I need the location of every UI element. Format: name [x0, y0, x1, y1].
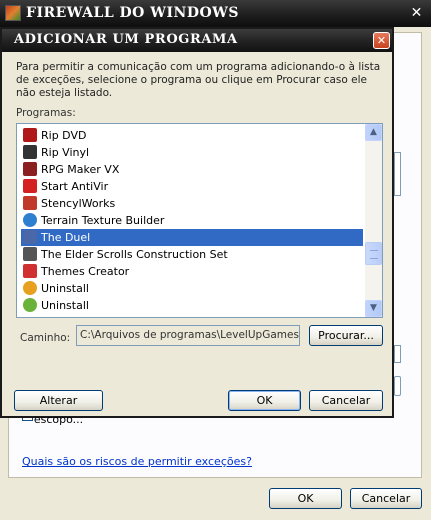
- list-item[interactable]: Start AntiVir: [21, 178, 363, 195]
- dialog-cancel-button[interactable]: Cancelar: [309, 390, 383, 411]
- programs-list[interactable]: Rip DVD Rip Vinyl RPG Maker VX Start AntiVi…: [16, 123, 383, 318]
- dialog-ok-button[interactable]: OK: [228, 390, 301, 411]
- stencyl-icon: [23, 196, 37, 210]
- vertical-scrollbar[interactable]: ▲ ▼: [365, 124, 382, 317]
- list-item-label: StencylWorks: [41, 197, 116, 210]
- dialog-close-icon[interactable]: ✕: [373, 32, 390, 49]
- path-label: Caminho:: [20, 332, 71, 344]
- scroll-down-icon[interactable]: ▼: [365, 300, 382, 317]
- uninstall-icon: [23, 281, 37, 295]
- list-item-label: Uninstall: [41, 282, 89, 295]
- firewall-title: FIREWALL DO WINDOWS: [26, 5, 239, 21]
- firewall-title-bar: FIREWALL DO WINDOWS ✕: [0, 0, 431, 27]
- list-item[interactable]: The Duel: [21, 229, 363, 246]
- firewall-close-icon[interactable]: ✕: [408, 5, 425, 22]
- uninstall-green-icon: [23, 298, 37, 312]
- list-item-label: The Elder Scrolls Construction Set: [41, 248, 228, 261]
- rpg-maker-icon: [23, 162, 37, 176]
- list-item[interactable]: Rip DVD: [21, 127, 363, 144]
- list-item[interactable]: Terrain Texture Builder: [21, 212, 363, 229]
- list-item-label: The Duel: [41, 231, 91, 244]
- firewall-cancel-button[interactable]: Cancelar: [350, 488, 422, 509]
- rip-dvd-icon: [23, 128, 37, 142]
- themes-icon: [23, 264, 37, 278]
- list-item-label: Start AntiVir: [41, 180, 109, 193]
- path-field[interactable]: C:\Arquivos de programas\LevelUpGames\Th: [76, 325, 300, 346]
- list-item[interactable]: The Elder Scrolls Construction Set: [21, 246, 363, 263]
- dialog-title: ADICIONAR UM PROGRAMA: [14, 32, 238, 47]
- list-item-label: Terrain Texture Builder: [41, 214, 165, 227]
- firewall-ok-button[interactable]: OK: [269, 488, 342, 509]
- hidden-list-edge: [394, 152, 401, 196]
- programs-label: Programas:: [16, 107, 76, 119]
- dialog-title-bar: ADICIONAR UM PROGRAMA ✕: [2, 29, 392, 52]
- add-program-dialog: ADICIONAR UM PROGRAMA ✕ Para permitir a …: [0, 27, 394, 426]
- hidden-button-edge: [394, 376, 401, 396]
- list-item[interactable]: Uninstall: [21, 297, 363, 314]
- list-item[interactable]: Themes Creator: [21, 263, 363, 280]
- list-item-label: RPG Maker VX: [41, 163, 120, 176]
- the-duel-icon: [23, 230, 37, 244]
- firewall-icon: [5, 5, 21, 21]
- list-item-label: Rip Vinyl: [41, 146, 90, 159]
- risks-link[interactable]: Quais são os riscos de permitir exceções…: [22, 455, 252, 468]
- rip-vinyl-icon: [23, 145, 37, 159]
- dialog-description: Para permitir a comunicação com um progr…: [16, 61, 381, 99]
- construction-icon: [23, 247, 37, 261]
- scroll-up-icon[interactable]: ▲: [365, 124, 382, 141]
- browse-button[interactable]: Procurar...: [309, 325, 383, 346]
- list-item-label: Uninstall: [41, 299, 89, 312]
- list-item[interactable]: RPG Maker VX: [21, 161, 363, 178]
- list-item[interactable]: Rip Vinyl: [21, 144, 363, 161]
- list-item[interactable]: Uninstall: [21, 280, 363, 297]
- change-scope-button[interactable]: Alterar escopo...: [14, 390, 103, 426]
- antivir-icon: [23, 179, 37, 193]
- list-item-label: Themes Creator: [41, 265, 130, 278]
- list-item[interactable]: StencylWorks: [21, 195, 363, 212]
- hidden-field-edge: [394, 345, 401, 363]
- scroll-thumb[interactable]: [365, 242, 382, 265]
- globe-icon: [23, 213, 37, 227]
- list-item-label: Rip DVD: [41, 129, 87, 142]
